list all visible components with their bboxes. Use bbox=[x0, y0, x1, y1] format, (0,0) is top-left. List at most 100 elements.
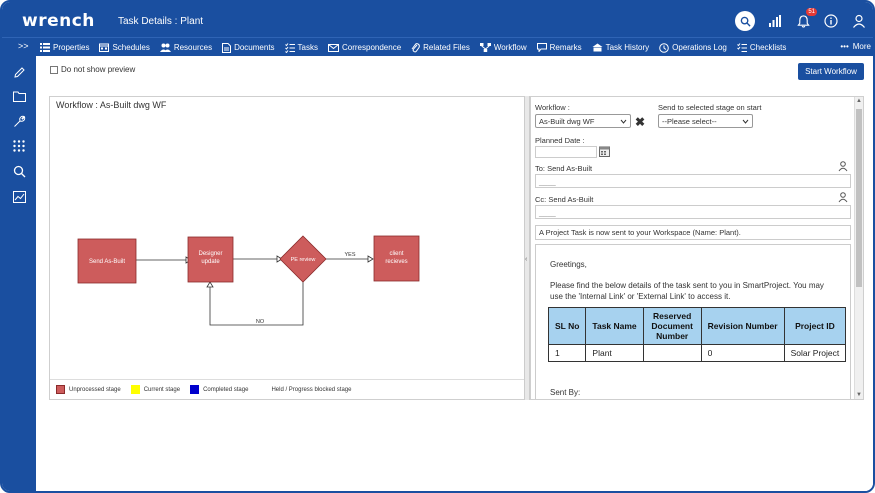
legend-held: Held / Progress blocked stage bbox=[258, 385, 351, 394]
scrollbar-thumb[interactable] bbox=[856, 109, 862, 287]
nav-checklists[interactable]: Checklists bbox=[737, 42, 786, 53]
edge-label-no: NO bbox=[256, 319, 265, 325]
column-header: Revision Number bbox=[700, 307, 785, 345]
send-stage-select[interactable]: --Please select-- bbox=[658, 114, 753, 128]
legend-unprocessed: Unprocessed stage bbox=[56, 385, 121, 394]
notifications-button[interactable]: 51 bbox=[795, 8, 817, 29]
tasks-icon bbox=[284, 42, 295, 53]
notification-badge: 51 bbox=[806, 8, 817, 16]
preview-checkbox[interactable] bbox=[50, 65, 58, 74]
people-icon bbox=[159, 43, 171, 52]
legend-completed: Completed stage bbox=[190, 385, 248, 394]
workflow-form-panel: Workflow : As-Built dwg WF ✖ Send to sel… bbox=[530, 96, 864, 400]
send-stage-label: Send to selected stage on start bbox=[658, 103, 762, 112]
user-icon[interactable] bbox=[851, 13, 867, 29]
node-label-review: PE review bbox=[291, 257, 316, 263]
signal-icon[interactable] bbox=[767, 13, 783, 29]
table-cell bbox=[642, 344, 702, 362]
cc-user-picker-icon[interactable] bbox=[838, 192, 848, 205]
column-header: Task Name bbox=[585, 307, 644, 345]
report-icon[interactable] bbox=[12, 190, 26, 204]
nav-workflow[interactable]: Workflow bbox=[479, 43, 527, 52]
list-icon bbox=[40, 43, 50, 52]
cc-label: Cc: Send As-Built bbox=[535, 195, 594, 204]
chevron-down-icon bbox=[742, 119, 749, 124]
workflow-icon bbox=[479, 43, 491, 52]
table-cell: 0 bbox=[700, 344, 785, 362]
table-row: 1 Plant 0 Solar Project bbox=[547, 344, 847, 362]
calendar-icon bbox=[99, 43, 110, 52]
module-nav-bar: >> Properties Schedules Resources Docume… bbox=[2, 37, 873, 56]
calendar-picker-icon[interactable] bbox=[599, 146, 610, 157]
table-cell: 1 bbox=[547, 344, 587, 362]
left-sidebar bbox=[2, 56, 36, 491]
bell-icon bbox=[796, 14, 810, 28]
node-label-send: Send As-Built bbox=[89, 259, 125, 265]
edge-label-yes: YES bbox=[344, 252, 355, 258]
column-header: SL No bbox=[547, 307, 587, 345]
nav-task-history[interactable]: Task History bbox=[592, 43, 649, 52]
email-greeting: Greetings, bbox=[550, 260, 587, 269]
top-bar: wrench Task Details : Plant 51 bbox=[2, 2, 873, 37]
page-title: Task Details : Plant bbox=[118, 16, 204, 27]
chevron-down-icon bbox=[620, 119, 627, 124]
app-logo[interactable]: wrench bbox=[22, 11, 95, 31]
nav-resources[interactable]: Resources bbox=[159, 43, 212, 52]
search-icon bbox=[740, 16, 751, 27]
nav-schedules[interactable]: Schedules bbox=[99, 43, 150, 52]
table-cell: Plant bbox=[585, 344, 644, 362]
nav-properties[interactable]: Properties bbox=[40, 43, 89, 52]
column-header: Reserved Document Number bbox=[642, 307, 702, 345]
form-scrollbar[interactable]: ▲ ▼ bbox=[854, 97, 863, 399]
comment-icon bbox=[536, 43, 547, 52]
nav-operations-log[interactable]: Operations Log bbox=[659, 42, 727, 53]
table-cell: Solar Project bbox=[783, 344, 847, 362]
nav-tasks[interactable]: Tasks bbox=[284, 42, 318, 53]
nav-remarks[interactable]: Remarks bbox=[536, 43, 582, 52]
column-header: Project ID bbox=[783, 307, 847, 345]
log-icon bbox=[659, 42, 669, 53]
more-dots-icon: ••• bbox=[840, 42, 849, 51]
more-menu[interactable]: ••• More bbox=[840, 42, 871, 51]
info-icon[interactable] bbox=[823, 13, 839, 29]
nav-documents[interactable]: Documents bbox=[222, 42, 275, 53]
scroll-up-arrow-icon[interactable]: ▲ bbox=[856, 98, 862, 104]
planned-date-input[interactable] bbox=[535, 146, 597, 158]
document-icon bbox=[222, 42, 232, 53]
workflow-legend: Unprocessed stage Current stage Complete… bbox=[50, 379, 526, 399]
cc-input[interactable]: ____ bbox=[535, 205, 851, 219]
nav-correspondence[interactable]: Correspondence bbox=[328, 43, 401, 52]
main-content: Do not show preview Start Workflow Workf… bbox=[36, 56, 873, 491]
checklist-icon bbox=[737, 42, 747, 52]
to-label: To: Send As-Built bbox=[535, 164, 593, 173]
to-input[interactable]: ____ bbox=[535, 174, 851, 188]
planned-date-label: Planned Date : bbox=[535, 136, 585, 145]
paperclip-icon bbox=[411, 42, 420, 52]
nav-related-files[interactable]: Related Files bbox=[411, 42, 470, 53]
clear-workflow-icon[interactable]: ✖ bbox=[635, 115, 645, 129]
preview-toggle[interactable]: Do not show preview bbox=[50, 65, 135, 74]
workflow-diagram: Send As-Built Designer update PE review c… bbox=[77, 235, 420, 326]
scroll-down-arrow-icon[interactable]: ▼ bbox=[856, 392, 862, 398]
task-details-table: SL No Task Name Reserved Document Number… bbox=[547, 307, 847, 362]
folder-icon[interactable] bbox=[12, 89, 26, 103]
start-workflow-button[interactable]: Start Workflow bbox=[798, 63, 864, 80]
wrench-icon[interactable] bbox=[12, 114, 26, 128]
apps-grid-icon[interactable] bbox=[12, 139, 26, 153]
sidebar-search-icon[interactable] bbox=[12, 164, 26, 178]
app-frame: wrench Task Details : Plant 51 >> Proper… bbox=[0, 0, 875, 493]
email-body-editor[interactable]: Greetings, Please find the below details… bbox=[535, 244, 851, 399]
email-body-line-2: use the 'Internal Link' or 'External Lin… bbox=[550, 292, 731, 301]
history-icon bbox=[592, 43, 603, 52]
search-button[interactable] bbox=[735, 11, 755, 31]
subject-input[interactable]: A Project Task is now sent to your Works… bbox=[535, 225, 851, 240]
pencil-icon[interactable] bbox=[12, 65, 26, 79]
sidebar-toggle[interactable]: >> bbox=[18, 41, 29, 51]
workflow-diagram-panel: Workflow : As-Built dwg WF Send As-Built… bbox=[49, 96, 527, 400]
email-sent-by: Sent By: bbox=[550, 388, 581, 397]
workflow-select[interactable]: As-Built dwg WF bbox=[535, 114, 631, 128]
collapse-arrow-icon[interactable]: ‹ bbox=[525, 256, 527, 263]
to-user-picker-icon[interactable] bbox=[838, 161, 848, 174]
mail-icon bbox=[328, 43, 339, 52]
email-body-line-1: Please find the below details of the tas… bbox=[550, 281, 824, 290]
